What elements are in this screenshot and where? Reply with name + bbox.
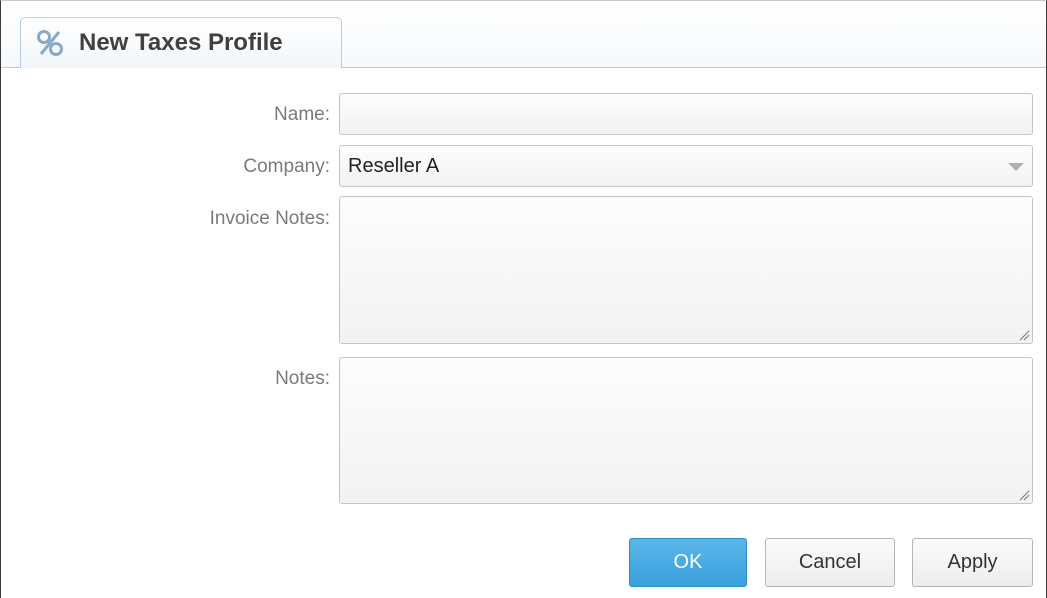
tab-bar: New Taxes Profile bbox=[1, 1, 1046, 68]
resize-grip-icon[interactable] bbox=[1018, 489, 1030, 501]
resize-grip-icon[interactable] bbox=[1018, 329, 1030, 341]
company-label: Company: bbox=[243, 156, 330, 177]
invoice-notes-textarea[interactable] bbox=[340, 197, 1032, 343]
invoice-notes-label: Invoice Notes: bbox=[209, 208, 330, 229]
apply-button[interactable]: Apply bbox=[912, 538, 1033, 587]
name-label: Name: bbox=[274, 104, 330, 125]
ok-button[interactable]: OK bbox=[629, 538, 747, 587]
notes-label: Notes: bbox=[275, 368, 330, 389]
company-select[interactable]: Reseller A bbox=[339, 145, 1033, 187]
tab-title: New Taxes Profile bbox=[79, 29, 283, 56]
chevron-down-icon[interactable] bbox=[1008, 163, 1024, 171]
invoice-notes-box bbox=[339, 196, 1033, 344]
notes-box bbox=[339, 357, 1033, 504]
name-field-box bbox=[339, 93, 1033, 135]
cancel-button[interactable]: Cancel bbox=[765, 538, 895, 587]
company-selected-value: Reseller A bbox=[348, 155, 440, 177]
percent-icon bbox=[37, 30, 63, 56]
tab-new-taxes-profile[interactable]: New Taxes Profile bbox=[20, 17, 342, 68]
name-input[interactable] bbox=[340, 94, 1032, 134]
notes-textarea[interactable] bbox=[340, 358, 1032, 503]
taxes-profile-window: New Taxes Profile Name: Company: Reselle… bbox=[0, 0, 1047, 598]
